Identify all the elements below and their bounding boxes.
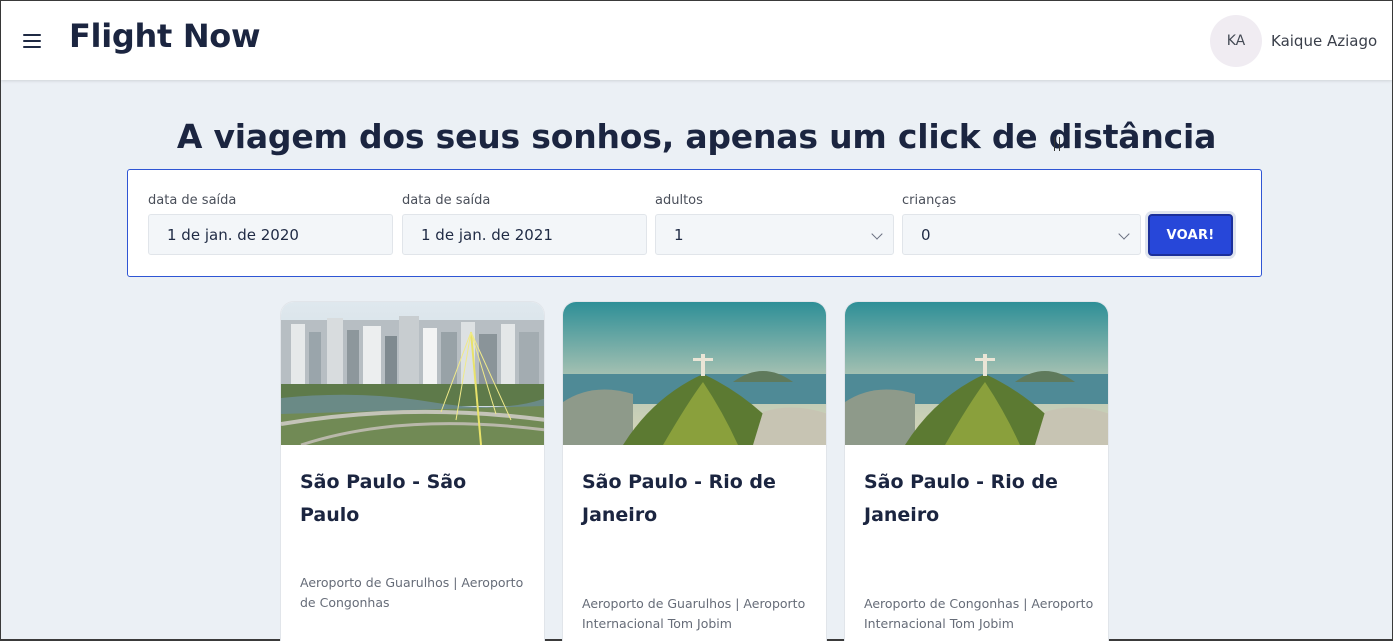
adults-label: adultos [655, 193, 703, 208]
destination-card[interactable]: São Paulo - São Paulo Aeroporto de Guaru… [280, 301, 545, 641]
departure-label: data de saída [148, 193, 237, 208]
children-label: crianças [902, 193, 957, 208]
sao-paulo-image [281, 302, 544, 445]
return-date-field[interactable]: 1 de jan. de 2021 [402, 214, 647, 255]
card-title: São Paulo - Rio de Janeiro [582, 471, 776, 526]
destination-card[interactable]: São Paulo - Rio de Janeiro Aeroporto de … [844, 301, 1109, 641]
card-airports: Aeroporto de Guarulhos | Aeroporto de Co… [300, 575, 524, 610]
app-header: Flight Now KA Kaique Aziago [1, 0, 1392, 80]
chevron-down-icon [1118, 228, 1130, 240]
return-date-value: 1 de jan. de 2021 [421, 225, 553, 244]
search-submit-button[interactable]: VOAR! [1148, 214, 1233, 256]
children-value: 0 [921, 225, 931, 244]
card-title: São Paulo - Rio de Janeiro [864, 471, 1058, 526]
app-title: Flight Now [69, 17, 261, 55]
rio-de-janeiro-image [845, 302, 1108, 445]
destination-card[interactable]: São Paulo - Rio de Janeiro Aeroporto de … [562, 301, 827, 641]
user-name[interactable]: Kaique Aziago [1271, 32, 1377, 50]
text-cursor-icon [1054, 137, 1060, 151]
card-airports: Aeroporto de Congonhas | Aeroporto Inter… [864, 596, 1094, 631]
rio-de-janeiro-image [563, 302, 826, 445]
children-select[interactable]: 0 [902, 214, 1141, 255]
card-title: São Paulo - São Paulo [300, 471, 467, 526]
card-airports: Aeroporto de Guarulhos | Aeroporto Inter… [582, 596, 806, 631]
avatar[interactable]: KA [1210, 15, 1262, 67]
adults-value: 1 [674, 225, 684, 244]
chevron-down-icon [871, 228, 883, 240]
adults-select[interactable]: 1 [655, 214, 894, 255]
return-label: data de saída [402, 193, 491, 208]
menu-icon[interactable] [23, 34, 41, 48]
departure-date-field[interactable]: 1 de jan. de 2020 [148, 214, 393, 255]
page-headline: A viagem dos seus sonhos, apenas um clic… [176, 117, 1217, 156]
departure-date-value: 1 de jan. de 2020 [167, 225, 299, 244]
